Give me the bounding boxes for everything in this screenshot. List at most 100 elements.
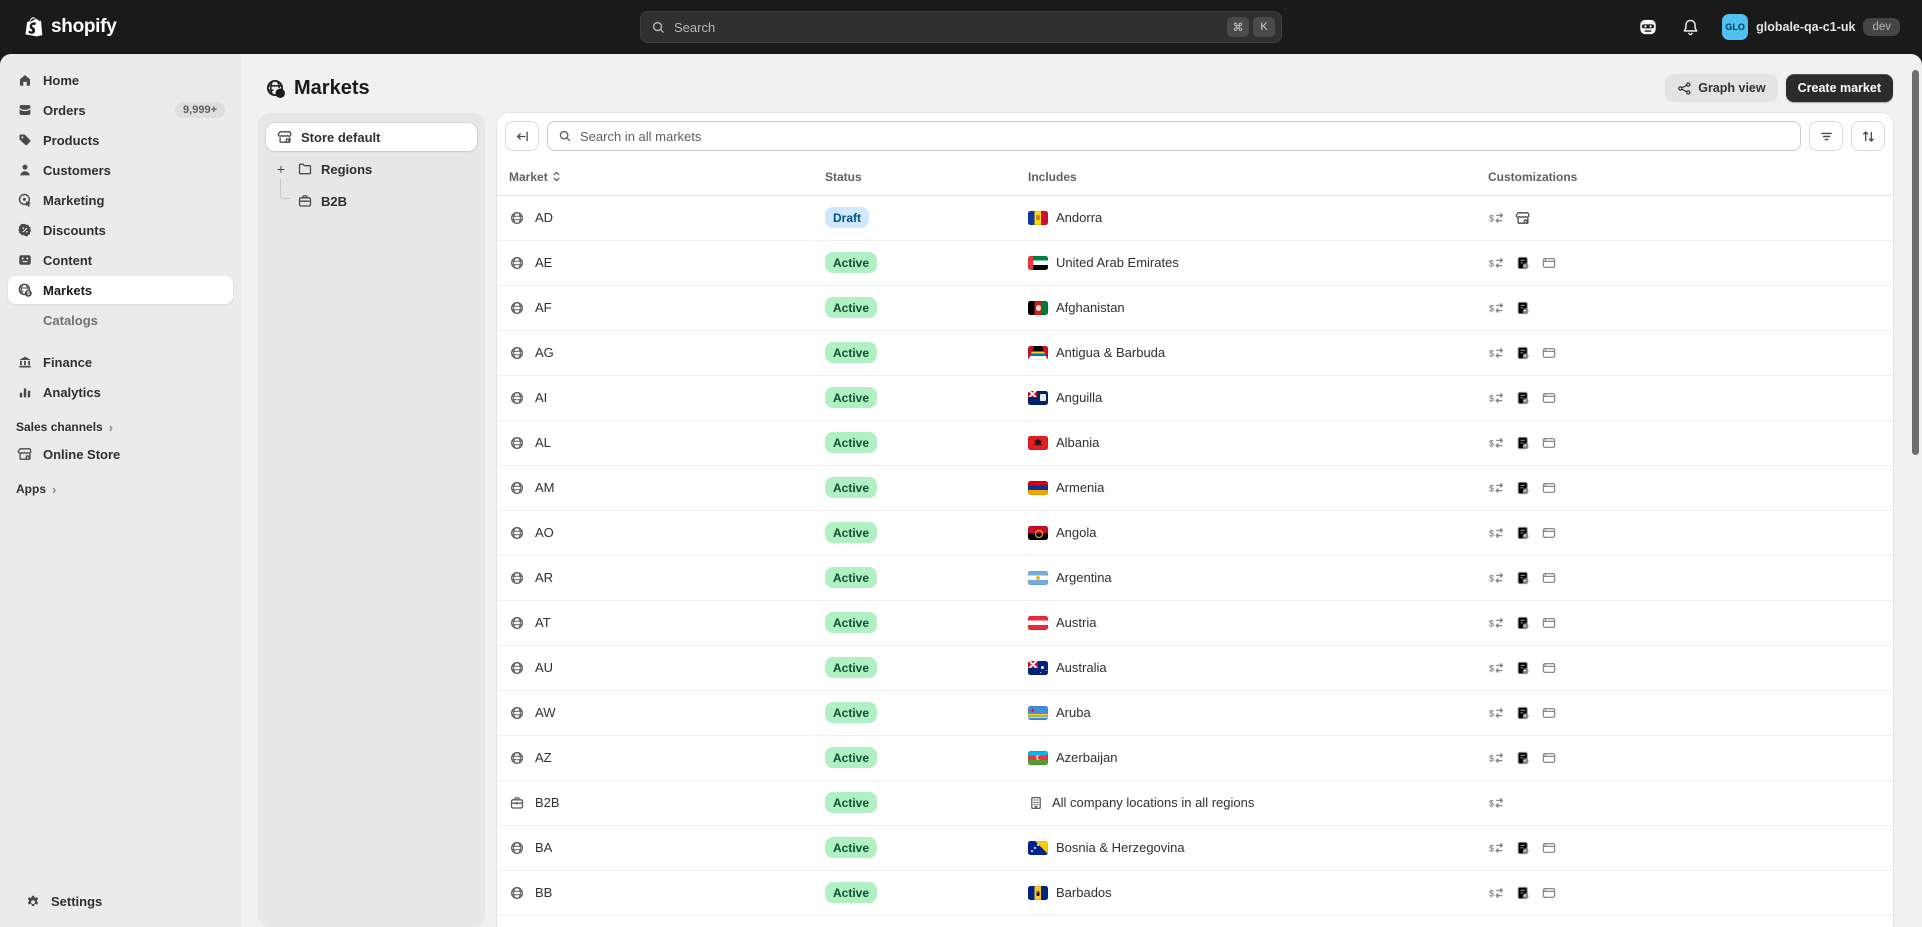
catalog-icon[interactable] — [1514, 254, 1531, 271]
catalog-icon[interactable] — [1514, 884, 1531, 901]
domain-icon[interactable] — [1540, 479, 1557, 496]
sidebar-item-online-store[interactable]: Online Store — [8, 440, 233, 468]
catalog-icon[interactable] — [1514, 749, 1531, 766]
currency-exchange-icon[interactable]: $ — [1488, 344, 1505, 361]
sidebar-item-finance[interactable]: Finance — [8, 348, 233, 376]
currency-exchange-icon[interactable]: $ — [1488, 659, 1505, 676]
currency-exchange-icon[interactable]: $ — [1488, 569, 1505, 586]
tree-item-b2b[interactable]: B2B — [274, 187, 477, 215]
currency-exchange-icon[interactable]: $ — [1488, 209, 1505, 226]
sidebar-item-home[interactable]: Home — [8, 66, 233, 94]
markets-search-input[interactable] — [580, 129, 1790, 144]
domain-icon[interactable] — [1540, 749, 1557, 766]
markets-search-field[interactable] — [547, 121, 1801, 151]
currency-exchange-icon[interactable]: $ — [1488, 839, 1505, 856]
table-row[interactable]: AD Draft Andorra $ — [497, 196, 1893, 241]
table-row[interactable]: B2B Active All company locations in all … — [497, 781, 1893, 826]
table-row-partial[interactable]: Active — [497, 916, 1893, 927]
currency-exchange-icon[interactable]: $ — [1488, 254, 1505, 271]
catalog-icon[interactable] — [1514, 659, 1531, 676]
table-row[interactable]: AE Active United Arab Emirates $ — [497, 241, 1893, 286]
sort-button[interactable] — [1851, 121, 1885, 151]
sidebar-item-markets[interactable]: $ Markets — [8, 276, 233, 304]
vertical-scrollbar[interactable] — [1912, 70, 1919, 455]
sidebar-item-customers[interactable]: Customers — [8, 156, 233, 184]
currency-exchange-icon[interactable]: $ — [1488, 749, 1505, 766]
catalog-icon[interactable] — [1514, 569, 1531, 586]
currency-exchange-icon[interactable]: $ — [1488, 479, 1505, 496]
currency-exchange-icon[interactable]: $ — [1488, 524, 1505, 541]
sidebar-item-analytics[interactable]: Analytics — [8, 378, 233, 406]
table-row[interactable]: AU Active Australia $ — [497, 646, 1893, 691]
table-row[interactable]: BB Active Barbados $ — [497, 871, 1893, 916]
domain-icon[interactable] — [1540, 344, 1557, 361]
table-row[interactable]: AG Active Antigua & Barbuda $ — [497, 331, 1893, 376]
domain-icon[interactable] — [1540, 254, 1557, 271]
gear-icon — [24, 893, 41, 910]
domain-icon[interactable] — [1540, 569, 1557, 586]
catalog-icon[interactable] — [1514, 389, 1531, 406]
currency-exchange-icon[interactable]: $ — [1488, 704, 1505, 721]
global-search-bar[interactable]: Search ⌘ K — [640, 11, 1282, 43]
column-header-customizations[interactable]: Customizations — [1488, 170, 1893, 184]
sidebar-item-discounts[interactable]: Discounts — [8, 216, 233, 244]
tree-item-store-default[interactable]: Store default — [266, 123, 477, 151]
collapse-panel-button[interactable] — [505, 121, 539, 151]
storefront-icon[interactable] — [1514, 209, 1531, 226]
domain-icon[interactable] — [1540, 659, 1557, 676]
currency-exchange-icon[interactable]: $ — [1488, 794, 1505, 811]
catalog-icon[interactable] — [1514, 479, 1531, 496]
catalog-icon[interactable] — [1514, 614, 1531, 631]
sidebar-item-orders[interactable]: Orders 9,999+ — [8, 96, 233, 124]
sidebar-item-catalogs[interactable]: Catalogs — [8, 306, 233, 334]
table-row[interactable]: AW Active Aruba $ — [497, 691, 1893, 736]
column-header-includes[interactable]: Includes — [1028, 170, 1488, 184]
catalog-icon[interactable] — [1514, 524, 1531, 541]
filter-button[interactable] — [1809, 121, 1843, 151]
table-row[interactable]: BA Active Bosnia & Herzegovina $ — [497, 826, 1893, 871]
sidebar-section-sales-channels[interactable]: Sales channels› — [8, 414, 233, 440]
table-row[interactable]: AF Active Afghanistan $ — [497, 286, 1893, 331]
sidebar-item-products[interactable]: Products — [8, 126, 233, 154]
currency-exchange-icon[interactable]: $ — [1488, 389, 1505, 406]
sidebar-item-content[interactable]: Content — [8, 246, 233, 274]
domain-icon[interactable] — [1540, 614, 1557, 631]
currency-exchange-icon[interactable]: $ — [1488, 614, 1505, 631]
expand-icon[interactable]: + — [274, 161, 288, 177]
domain-icon[interactable] — [1540, 524, 1557, 541]
sidebar-item-settings[interactable]: Settings — [16, 887, 225, 915]
table-row[interactable]: AM Active Armenia $ — [497, 466, 1893, 511]
domain-icon[interactable] — [1540, 389, 1557, 406]
domain-icon[interactable] — [1540, 434, 1557, 451]
domain-icon[interactable] — [1540, 704, 1557, 721]
catalog-icon[interactable] — [1514, 704, 1531, 721]
sidebar-item-label: Analytics — [43, 385, 101, 400]
create-market-button[interactable]: Create market — [1786, 74, 1893, 102]
sidekick-button[interactable] — [1632, 11, 1664, 43]
currency-exchange-icon[interactable]: $ — [1488, 434, 1505, 451]
notifications-button[interactable] — [1674, 11, 1706, 43]
sidebar-item-marketing[interactable]: Marketing — [8, 186, 233, 214]
catalog-icon[interactable] — [1514, 839, 1531, 856]
shopify-logo[interactable]: shopify — [24, 16, 116, 38]
sidebar-section-apps[interactable]: Apps› — [8, 476, 233, 502]
table-row[interactable]: AR Active Argentina $ — [497, 556, 1893, 601]
catalog-icon[interactable] — [1514, 344, 1531, 361]
table-row[interactable]: AI Active Anguilla $ — [497, 376, 1893, 421]
graph-view-button[interactable]: Graph view — [1665, 74, 1777, 102]
store-menu[interactable]: GLO globale-qa-c1-uk dev — [1716, 10, 1906, 44]
column-header-market[interactable]: Market — [509, 170, 825, 184]
table-row[interactable]: AL Active Albania $ — [497, 421, 1893, 466]
table-row[interactable]: AT Active Austria $ — [497, 601, 1893, 646]
table-row[interactable]: AO Active Angola $ — [497, 511, 1893, 556]
table-row[interactable]: AZ Active Azerbaijan $ — [497, 736, 1893, 781]
domain-icon[interactable] — [1540, 884, 1557, 901]
tree-item-regions[interactable]: + Regions — [274, 155, 477, 183]
catalog-icon[interactable] — [1514, 434, 1531, 451]
currency-exchange-icon[interactable]: $ — [1488, 299, 1505, 316]
table-row[interactable]: Active — [497, 916, 1893, 927]
catalog-icon[interactable] — [1514, 299, 1531, 316]
column-header-status[interactable]: Status — [825, 170, 1028, 184]
domain-icon[interactable] — [1540, 839, 1557, 856]
currency-exchange-icon[interactable]: $ — [1488, 884, 1505, 901]
